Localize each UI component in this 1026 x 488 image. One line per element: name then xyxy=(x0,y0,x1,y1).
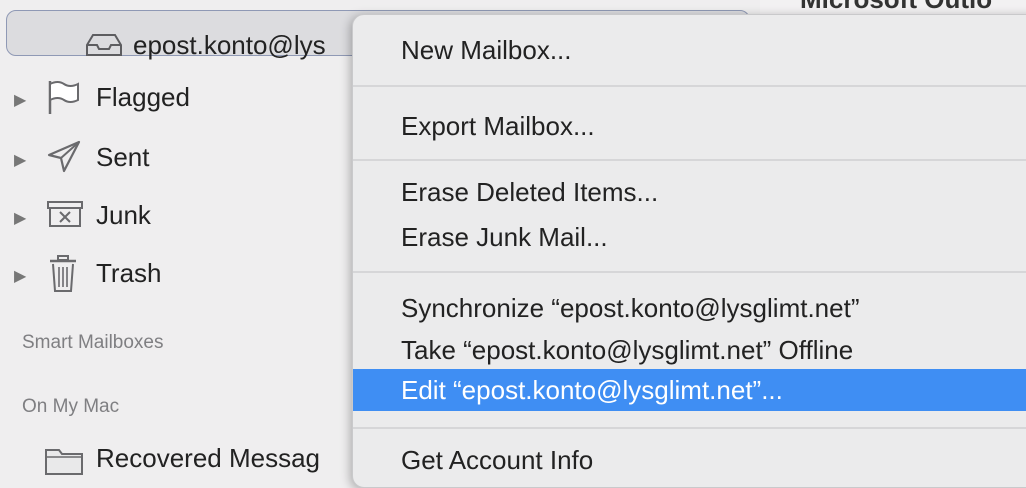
account-label: epost.konto@lys xyxy=(133,30,326,60)
mailbox-label: Trash xyxy=(96,258,162,288)
mailbox-label: Junk xyxy=(96,200,151,230)
section-header-on-my-mac[interactable]: On My Mac xyxy=(22,396,119,418)
menu-item-edit-account[interactable]: Edit “epost.konto@lysglimt.net”... xyxy=(353,369,1026,411)
disclosure-triangle-icon[interactable]: ▶ xyxy=(14,150,26,170)
menu-separator xyxy=(353,271,1026,273)
disclosure-triangle-icon[interactable]: ▶ xyxy=(14,208,26,228)
mailbox-label: Flagged xyxy=(96,82,190,112)
mailbox-label: Recovered Messag xyxy=(96,443,320,473)
menu-item-label: Erase Deleted Items... xyxy=(401,177,659,207)
context-menu: New Mailbox... Export Mailbox... Erase D… xyxy=(352,14,1026,488)
menu-item-export-mailbox[interactable]: Export Mailbox... xyxy=(353,105,1026,147)
menu-item-label: New Mailbox... xyxy=(401,35,572,65)
menu-separator xyxy=(353,159,1026,161)
menu-item-synchronize[interactable]: Synchronize “epost.konto@lysglimt.net” xyxy=(353,287,1026,329)
trash-can-icon xyxy=(50,255,76,292)
menu-item-new-mailbox[interactable]: New Mailbox... xyxy=(353,29,1026,71)
background-window-title: Microsoft Outlo xyxy=(800,0,992,15)
flag-icon xyxy=(48,81,79,114)
mailbox-label: Sent xyxy=(96,142,150,172)
section-header-smart-mailboxes[interactable]: Smart Mailboxes xyxy=(22,332,164,354)
menu-item-label: Export Mailbox... xyxy=(401,111,595,141)
mailbox-sent[interactable]: ▶ Sent xyxy=(0,138,360,178)
menu-separator xyxy=(353,85,1026,87)
mailbox-recovered-messages[interactable]: Recovered Messag xyxy=(0,440,360,480)
paper-plane-icon xyxy=(47,140,81,173)
menu-item-label: Erase Junk Mail... xyxy=(401,222,608,252)
folder-icon xyxy=(45,449,83,475)
menu-item-label: Synchronize “epost.konto@lysglimt.net” xyxy=(401,293,860,323)
menu-item-erase-junk-mail[interactable]: Erase Junk Mail... xyxy=(353,216,1026,258)
disclosure-triangle-icon[interactable]: ▶ xyxy=(14,266,26,286)
menu-item-get-account-info[interactable]: Get Account Info xyxy=(353,439,1026,481)
disclosure-triangle-icon[interactable]: ▶ xyxy=(14,90,26,110)
menu-item-take-offline[interactable]: Take “epost.konto@lysglimt.net” Offline xyxy=(353,329,1026,371)
junk-box-icon xyxy=(47,201,83,227)
mailbox-junk[interactable]: ▶ Junk xyxy=(0,196,360,236)
menu-item-label: Edit “epost.konto@lysglimt.net”... xyxy=(401,375,783,405)
inbox-tray-icon xyxy=(86,34,122,56)
mailbox-flagged[interactable]: ▶ Flagged xyxy=(0,78,360,118)
mailbox-trash[interactable]: ▶ Trash xyxy=(0,254,360,294)
menu-item-erase-deleted-items[interactable]: Erase Deleted Items... xyxy=(353,171,1026,213)
menu-separator xyxy=(353,427,1026,429)
menu-item-label: Take “epost.konto@lysglimt.net” Offline xyxy=(401,335,854,365)
menu-item-label: Get Account Info xyxy=(401,445,594,475)
